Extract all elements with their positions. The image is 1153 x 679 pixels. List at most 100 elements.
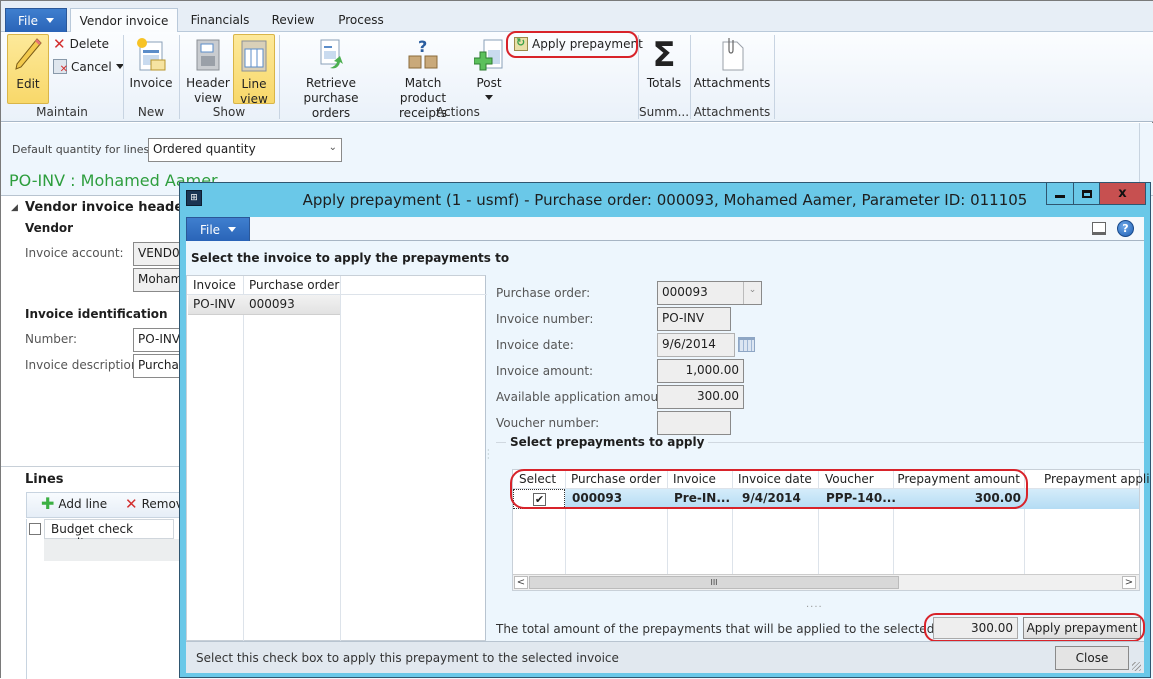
group-label-show: Show (212, 105, 246, 119)
default-quantity-label: Default quantity for lines: (12, 143, 153, 156)
select-all-checkbox[interactable] (29, 523, 41, 535)
invoice-number-field: PO-INV (657, 307, 731, 331)
file-label: File (17, 13, 39, 28)
tab-label: Review (271, 13, 315, 27)
delete-button[interactable]: ✕ Delete (53, 35, 109, 53)
layout-toggle-icon[interactable] (1092, 222, 1106, 235)
edit-button[interactable]: Edit (7, 34, 49, 104)
invoice-date-field: 9/6/2014 (657, 333, 735, 357)
help-icon[interactable]: ? (1117, 220, 1134, 237)
dialog-body: File ? Select the invoice to apply the p… (186, 217, 1150, 673)
maximize-button[interactable] (1073, 183, 1100, 205)
minimize-button[interactable] (1046, 183, 1074, 205)
invoice-amount-value: 1,000.00 (685, 363, 739, 377)
delete-x-icon: ✕ (53, 35, 66, 53)
highlight-apply-prepayment (506, 31, 638, 58)
invoice-grid: Invoice Purchase order PO-INV 000093 (186, 275, 487, 642)
invoice-grid-row[interactable]: PO-INV 000093 (188, 295, 340, 315)
new-invoice-button[interactable]: Invoice (129, 36, 173, 91)
post-label: Post (476, 76, 502, 90)
invoice-number-value: PO-INV (662, 311, 705, 325)
tab-vendor-invoice[interactable]: Vendor invoice (70, 8, 178, 33)
minimize-icon (1055, 195, 1065, 198)
scroll-thumb[interactable]: III (529, 576, 899, 589)
cell-invoice: PO-INV (193, 297, 236, 311)
close-button[interactable]: Close (1055, 646, 1129, 670)
line-view-label-1: Line (241, 77, 267, 91)
tab-review[interactable]: Review (263, 8, 323, 32)
match-receipts-icon: ? (406, 36, 440, 72)
remove-line-button[interactable]: ✕ Remov (125, 495, 183, 513)
add-line-label: Add line (58, 497, 108, 511)
tab-financials[interactable]: Financials (181, 8, 259, 32)
new-invoice-icon (134, 36, 168, 72)
horizontal-scrollbar[interactable]: < III > (513, 574, 1139, 590)
column-header-purchase-order[interactable]: Purchase order (249, 278, 339, 292)
attachments-button[interactable]: Attachments (694, 36, 770, 91)
invoice-description-label: Invoice description: (25, 358, 143, 372)
apply-prepayment-dialog: ⊞ Apply prepayment (1 - usmf) - Purchase… (179, 182, 1151, 678)
file-menu-button[interactable]: File (5, 8, 67, 32)
group-label-new: New (137, 105, 165, 119)
budget-check-column-header[interactable]: Budget check results (44, 519, 174, 550)
post-button[interactable]: Post (469, 36, 509, 100)
invoice-account-field[interactable]: VEND00 (133, 242, 183, 266)
add-line-button[interactable]: ✚ Add line (41, 496, 108, 512)
line-view-button[interactable]: Line view (233, 34, 275, 106)
invoice-date-label: Invoice date: (496, 338, 574, 352)
group-label-attachments: Attachments (693, 105, 771, 119)
purchase-order-select[interactable]: 000093 ⌄ (657, 281, 762, 305)
header-view-button[interactable]: Header view (185, 36, 231, 106)
splitter-dots[interactable]: .... (806, 599, 823, 610)
cancel-button[interactable]: ✕ Cancel (53, 59, 124, 75)
collapse-triangle-icon[interactable]: ◢ (11, 203, 18, 213)
tab-process[interactable]: Process (327, 8, 395, 32)
invoice-identification-title: Invoice identification (25, 307, 168, 321)
resize-grip-icon[interactable] (1132, 662, 1141, 671)
divider (1139, 123, 1140, 183)
purchase-order-value: 000093 (662, 285, 708, 299)
splitter-handle[interactable]: · · · (487, 447, 490, 463)
column-header-prepayment-applied[interactable]: Prepayment appli (1044, 472, 1150, 486)
invoice-description-field[interactable]: Purchas (133, 354, 183, 378)
total-amount-label: The total amount of the prepayments that… (496, 622, 985, 636)
cell-purchase-order: 000093 (249, 297, 295, 311)
svg-text:?: ? (418, 37, 427, 56)
invoice-date-value: 9/6/2014 (662, 337, 716, 351)
invoice-amount-field: 1,000.00 (657, 359, 744, 383)
lines-grid-row[interactable] (44, 539, 181, 561)
default-quantity-select[interactable]: Ordered quantity ⌄ (148, 138, 342, 162)
header-view-icon (191, 36, 225, 72)
totals-button[interactable]: Σ Totals (644, 36, 684, 91)
header-view-label-2: view (194, 91, 222, 105)
available-amount-label: Available application amount: (496, 390, 675, 404)
dialog-status-bar: Select this check box to apply this prep… (186, 641, 1144, 673)
retrieve-orders-icon (314, 36, 348, 72)
voucher-number-label: Voucher number: (496, 416, 600, 430)
retrieve-label-1: Retrieve (305, 76, 357, 90)
chevron-down-icon: ⌄ (328, 142, 337, 153)
vendor-invoice-header-section[interactable]: Vendor invoice header (25, 200, 190, 215)
available-amount-value: 300.00 (697, 389, 739, 403)
scroll-left-icon[interactable]: < (514, 576, 528, 589)
line-view-icon (237, 37, 271, 73)
invoice-section-title: Select the invoice to apply the prepayme… (191, 251, 510, 265)
close-window-button[interactable]: x (1099, 183, 1146, 205)
sigma-icon: Σ (652, 35, 676, 75)
invoice-account-value: VEND00 (138, 246, 183, 260)
paperclip-icon (715, 36, 749, 72)
calendar-icon[interactable] (738, 337, 755, 352)
chevron-down-icon: ⌄ (743, 282, 761, 304)
status-help-text: Select this check box to apply this prep… (196, 651, 619, 665)
column-header-invoice[interactable]: Invoice (193, 278, 236, 292)
post-dropdown-icon (485, 95, 493, 100)
scroll-right-icon[interactable]: > (1122, 576, 1136, 589)
dialog-file-menu-button[interactable]: File (186, 217, 250, 241)
file-label: File (199, 222, 221, 237)
remove-label: Remov (141, 497, 183, 511)
number-field[interactable]: PO-INV (133, 328, 183, 352)
ribbon: Edit ✕ Delete ✕ Cancel Maintain Invoice … (1, 31, 1153, 122)
close-button-label: Close (1075, 651, 1109, 665)
vendor-name-field: Moham (133, 268, 183, 292)
remove-x-icon: ✕ (125, 495, 138, 513)
